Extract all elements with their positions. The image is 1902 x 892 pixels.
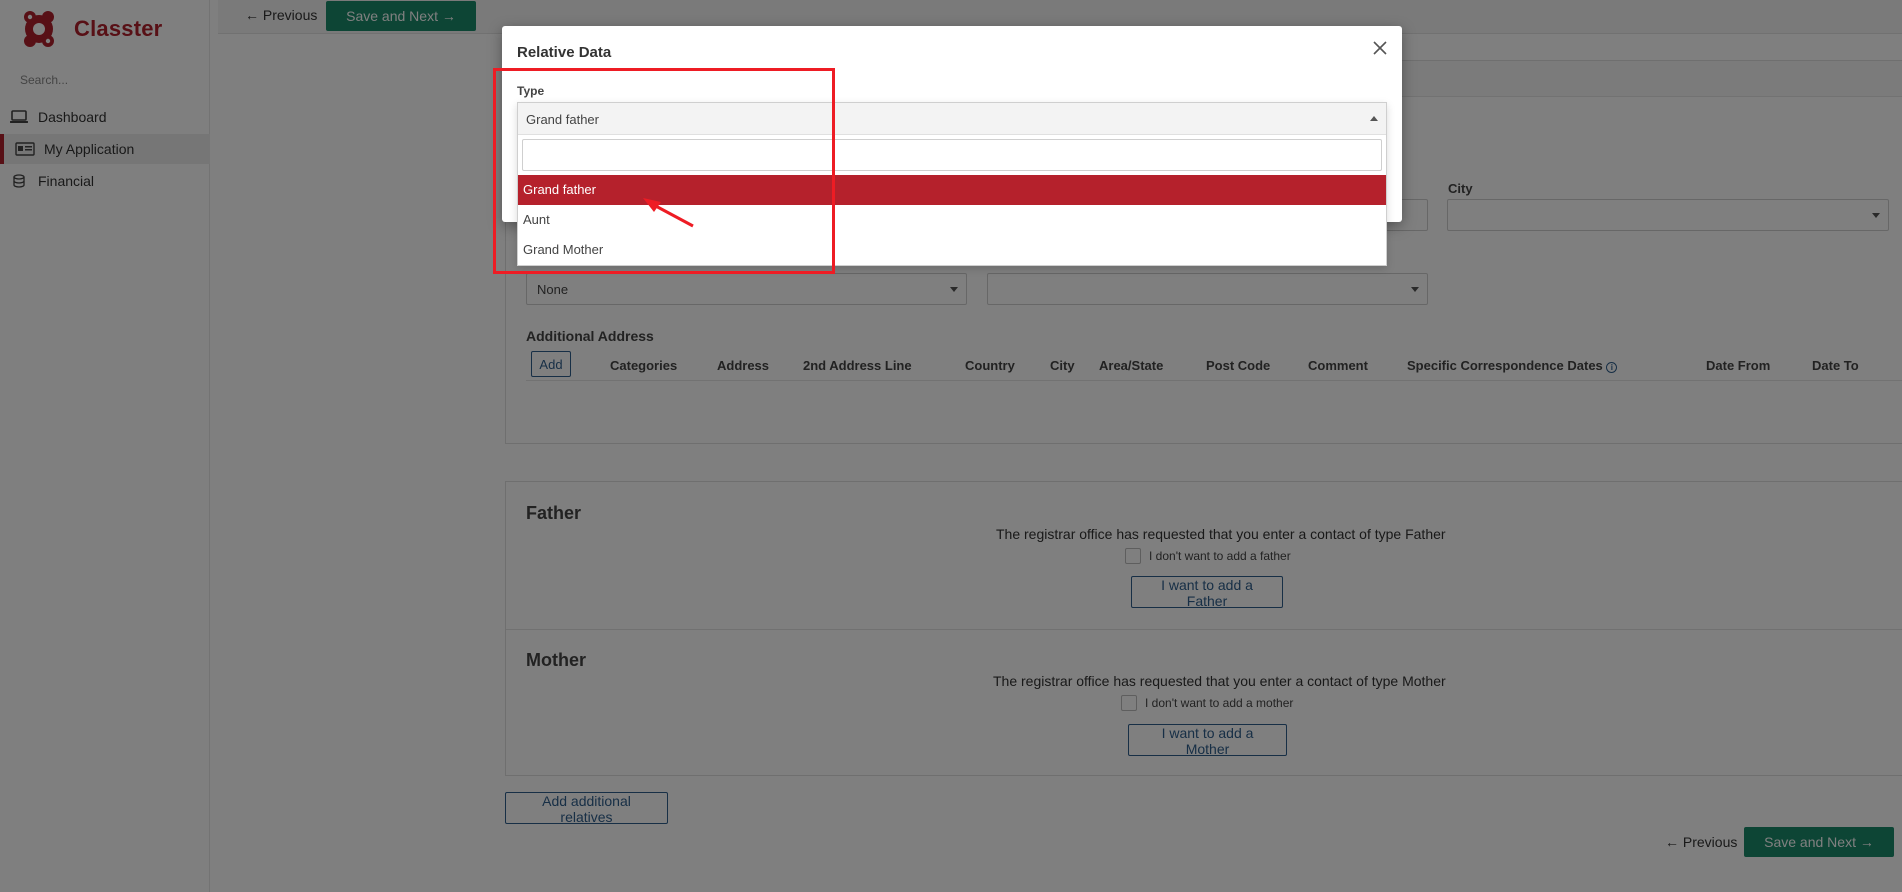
type-search-input[interactable] — [522, 139, 1382, 171]
close-icon[interactable] — [1370, 38, 1390, 58]
chevron-up-icon — [1370, 116, 1378, 121]
type-search-wrapper — [518, 135, 1386, 175]
type-select-value: Grand father — [526, 112, 599, 127]
type-option-aunt[interactable]: Aunt — [518, 205, 1386, 235]
type-select[interactable]: Grand father — [518, 103, 1386, 135]
modal-title: Relative Data — [517, 44, 612, 61]
type-select-dropdown: Grand father Grand father Aunt Grand Mot… — [517, 102, 1387, 266]
type-option-grand-mother[interactable]: Grand Mother — [518, 235, 1386, 265]
type-label: Type — [517, 84, 545, 98]
type-option-grand-father[interactable]: Grand father — [518, 175, 1386, 205]
